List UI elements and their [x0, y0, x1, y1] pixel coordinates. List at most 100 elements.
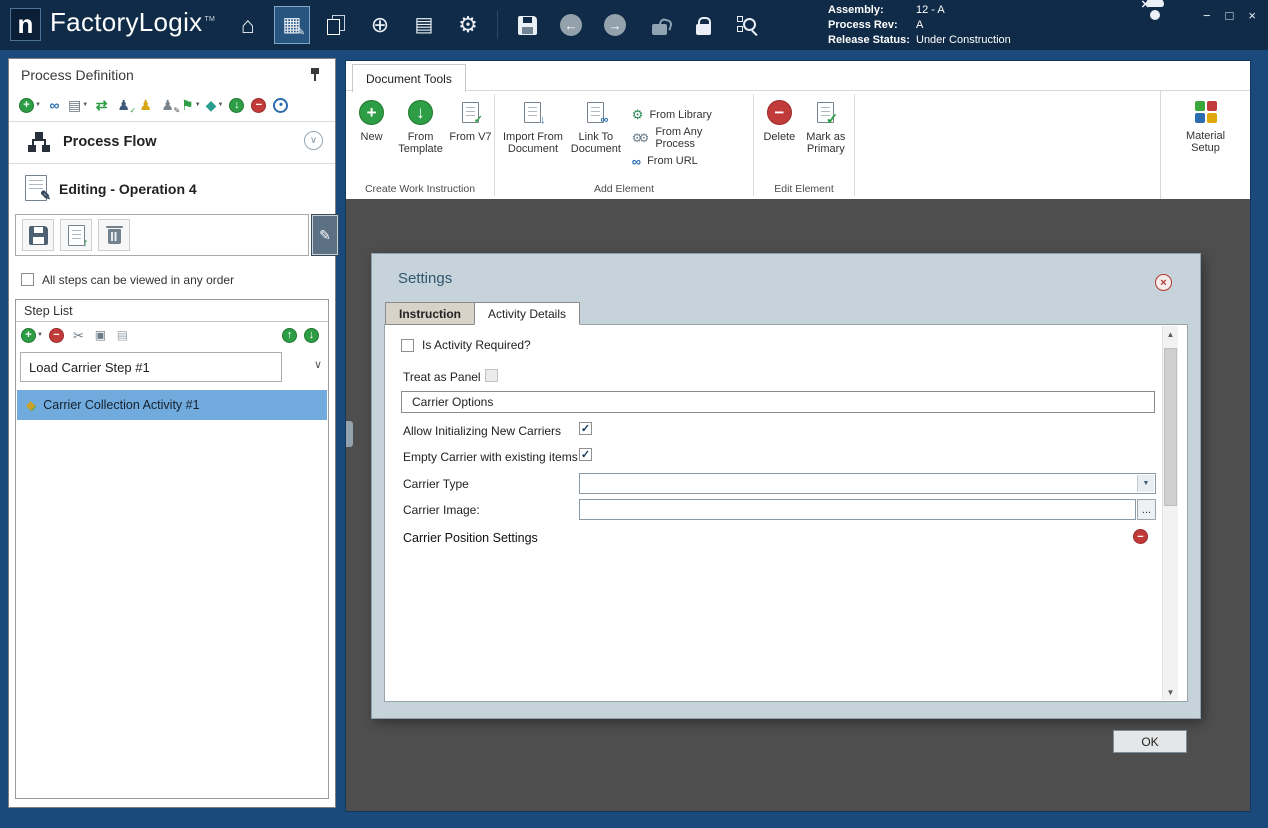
new-button[interactable]: + New [351, 94, 392, 182]
operation-button-bar: ↑ [15, 214, 309, 256]
library-gear-icon: ⚙ [632, 107, 644, 123]
empty-carrier-label: Empty Carrier with existing items [403, 450, 578, 464]
from-library-button[interactable]: ⚙ From Library [632, 106, 745, 125]
save-operation-button[interactable] [22, 219, 54, 251]
document-import-icon: ↓ [524, 102, 541, 123]
splitter-handle[interactable] [346, 421, 353, 447]
from-any-process-button[interactable]: ⚙⚙ From Any Process [632, 129, 745, 148]
add-process-button[interactable]: +▼ [19, 95, 41, 115]
scroll-up-button[interactable]: ▲ [1163, 326, 1178, 342]
window-controls: − □ × [1203, 8, 1256, 23]
close-x-icon: × [1160, 277, 1166, 289]
material-setup-button[interactable]: Material Setup [1160, 91, 1250, 199]
view-order-checkbox[interactable] [21, 273, 34, 286]
tab-activity-details[interactable]: Activity Details [474, 302, 580, 325]
remove-step-button[interactable]: − [48, 325, 65, 345]
cut-button[interactable]: ✂ [70, 325, 87, 345]
brand-text: FactoryLogix [50, 7, 202, 37]
ok-button[interactable]: OK [1113, 730, 1187, 753]
paste-button[interactable]: ▤ [114, 325, 131, 345]
remove-position-button[interactable]: − [1133, 529, 1148, 544]
delete-operation-button[interactable] [98, 219, 130, 251]
target-icon: ⊕ [371, 14, 389, 36]
documents-icon [326, 15, 346, 35]
assign-user-button[interactable]: ♟ [137, 95, 154, 115]
tab-document-tools[interactable]: Document Tools [352, 64, 466, 92]
plus-icon: + [21, 328, 36, 343]
collapse-section-button[interactable]: ∨ [304, 131, 323, 150]
gear-icon: ⚙ [458, 14, 478, 36]
home-button[interactable]: ⌂ [230, 6, 266, 44]
link-button[interactable]: ∞ [46, 95, 63, 115]
from-url-button[interactable]: ∞ From URL [632, 152, 745, 171]
link-to-document-button[interactable]: ∞ Link To Document [566, 94, 626, 182]
from-v7-button[interactable]: ✓ From V7 [449, 94, 492, 182]
check-icon: ✓ [129, 107, 136, 115]
empty-carrier-checkbox[interactable] [579, 448, 592, 461]
unlock-button[interactable] [641, 6, 677, 44]
step-selector[interactable]: Load Carrier Step #1 [20, 352, 282, 382]
from-library-label: From Library [649, 109, 711, 121]
chevron-down-icon[interactable]: ▼ [1137, 475, 1154, 492]
browse-button[interactable]: ... [1137, 499, 1156, 520]
add-step-button[interactable]: +▼ [21, 325, 43, 345]
demote-button[interactable]: ↓ [228, 95, 245, 115]
step-list-title: Step List [24, 304, 73, 318]
sync-button[interactable]: ⇄ [93, 95, 110, 115]
scrollbar[interactable]: ▲ ▼ [1162, 326, 1178, 700]
mark-as-primary-button[interactable]: ✓ Mark as Primary [800, 94, 852, 182]
process-audit-button[interactable] [729, 6, 765, 44]
carrier-options-group: Carrier Options [401, 391, 1155, 413]
scroll-thumb[interactable] [1164, 348, 1177, 506]
maximize-button[interactable]: □ [1226, 8, 1234, 23]
minus-icon: − [251, 98, 266, 113]
sign-out-button[interactable]: ✕ [1142, 9, 1178, 39]
step-list-item-selected[interactable]: ◆ Carrier Collection Activity #1 [17, 390, 327, 420]
save-button[interactable] [509, 6, 545, 44]
remove-button[interactable]: − [250, 95, 267, 115]
import-operation-button[interactable]: ↑ [60, 219, 92, 251]
scroll-down-button[interactable]: ▼ [1163, 684, 1178, 700]
tab-instruction[interactable]: Instruction [385, 302, 474, 325]
lock-button[interactable] [685, 6, 721, 44]
chevron-down-icon[interactable]: ∨ [314, 358, 322, 371]
release-button[interactable]: ⚑▼ [181, 95, 201, 115]
separator [854, 94, 855, 196]
carrier-type-select[interactable]: ▼ [579, 473, 1156, 494]
divider [9, 121, 335, 122]
edit-mode-toggle[interactable]: ✎ [311, 214, 339, 256]
allow-initializing-checkbox[interactable] [579, 422, 592, 435]
edit-user-button[interactable]: ♟✎ [159, 95, 176, 115]
process-definition-button[interactable]: ▦✎ [274, 6, 310, 44]
unlock-icon [652, 24, 667, 35]
import-from-document-button[interactable]: ↓ Import From Document [500, 94, 566, 182]
settings-button[interactable]: ⚙ [450, 6, 486, 44]
move-step-down-button[interactable]: ↓ [303, 325, 320, 345]
document-canvas: Settings × Instruction Activity Details … [346, 199, 1250, 811]
from-template-button[interactable]: ↓ From Template [392, 94, 449, 182]
options-button[interactable]: ◆▼ [206, 95, 224, 115]
move-step-up-button[interactable]: ↑ [281, 325, 298, 345]
pin-icon[interactable] [309, 68, 321, 82]
forward-button[interactable]: → [597, 6, 633, 44]
dialog-close-button[interactable]: × [1155, 274, 1172, 291]
print-button[interactable]: ▤▼ [68, 95, 88, 115]
carrier-image-input[interactable] [579, 499, 1136, 520]
delete-button[interactable]: − Delete [759, 94, 800, 182]
up-arrow-icon: ↑ [282, 328, 297, 343]
reports-button[interactable]: ▤ [406, 6, 442, 44]
plus-icon: + [359, 100, 384, 125]
documents-button[interactable] [318, 6, 354, 44]
import-icon: ↑ [68, 225, 85, 246]
dropdown-arrow-icon: ▼ [37, 332, 43, 338]
approve-user-button[interactable]: ♟✓ [115, 95, 132, 115]
info-icon: • [273, 98, 288, 113]
is-activity-required-checkbox[interactable] [401, 339, 414, 352]
back-button[interactable]: ← [553, 6, 589, 44]
dispatch-button[interactable]: ⊕ [362, 6, 398, 44]
info-button[interactable]: • [272, 95, 289, 115]
minimize-button[interactable]: − [1203, 8, 1211, 23]
down-arrow-icon: ↓ [304, 328, 319, 343]
close-button[interactable]: × [1248, 8, 1256, 23]
copy-button[interactable]: ▣ [92, 325, 109, 345]
